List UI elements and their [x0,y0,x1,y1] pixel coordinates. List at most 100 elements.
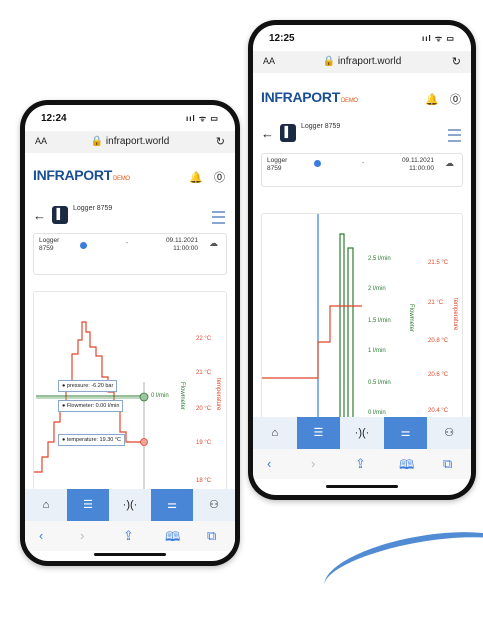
nav-home-icon[interactable]: ⌂ [25,489,67,521]
brand-logo[interactable]: INFRAPORTDEMO [261,89,358,105]
bookmarks-icon[interactable]: 🕮 [399,456,414,478]
url-host[interactable]: 🔒 infraport.world [253,56,471,67]
right-screen: 12:25 ııl ᯤ ▭ AA 🔒 infraport.world ↻ INF… [253,25,471,495]
temp-tick-5: 20.4 °C [428,408,449,414]
chart-svg: 2.5 l/min 2 l/min 1.5 l/min 1 l/min 0.5 … [262,214,458,418]
flow-tick-5: 0.5 l/min [368,380,391,386]
temp-tick-3: 20 °C [196,406,212,412]
url-host[interactable]: 🔒 infraport.world [25,136,235,147]
safari-back-icon[interactable]: ‹ [267,456,271,471]
nav-user-icon[interactable]: ⚇ [427,417,471,449]
safari-forward-icon[interactable]: › [80,528,84,543]
status-dot-icon [314,160,321,167]
left-screen: 12:24 ııl ᯤ ▭ AA 🔒 infraport.world ↻ INF… [25,105,235,561]
tooltip-flowmeter: ● Flowmeter: 0.00 l/min [58,400,124,412]
logger-badge-icon: ▌ [280,124,296,142]
signal-icon: ııl ᯤ ▭ [422,34,455,43]
help-icon[interactable]: ⓪ [214,172,225,184]
cloud-icon[interactable]: ☁ [445,158,454,169]
bottom-nav: ⌂ ☰ ·)(· ⚌ ⚇ [253,417,471,449]
safari-toolbar: ‹ › ⇪ 🕮 ⧉ [25,521,235,551]
logger-card-name: Logger 8759 [267,157,288,172]
share-icon[interactable]: ⇪ [355,456,366,472]
nav-signal-icon[interactable]: ·)(· [340,417,384,449]
temperature-line [262,305,362,379]
brand-demo: DEMO [112,176,130,182]
temp-tick-3: 20.8 °C [428,338,449,344]
hamburger-menu-icon[interactable] [448,129,461,142]
temperature-line [34,321,144,473]
header-icons: 🔔 ⓪ [417,91,461,107]
logger-badge-icon: ▌ [52,206,68,224]
flow-tick-3: 1.5 l/min [368,318,391,324]
logger-header: ← ▌ Logger 8759 [253,121,471,147]
nav-home-icon[interactable]: ⌂ [253,417,297,449]
logger-card[interactable]: Logger 8759 - 09.11.2021 11:00:00 ☁ [261,153,463,187]
flow-tick-2: 2 l/min [368,286,386,292]
home-indicator [94,553,166,556]
logger-card[interactable]: Logger 8759 - 09.11.2021 11:00:00 ☁ [33,233,227,275]
temp-tick-5: 18 °C [196,478,212,484]
brand-name: INFRAPORT [261,89,340,105]
decorative-swoosh [318,519,483,619]
logger-title: Logger 8759 [73,205,113,212]
nav-signal-icon[interactable]: ·)(· [109,489,151,521]
home-indicator [326,485,398,488]
temp-tick-1: 22 °C [196,336,212,342]
temp-axis-label: temperature [452,298,458,331]
flowmeter-line [347,247,354,418]
logger-card-date: 09.11.2021 11:00:00 [401,157,434,172]
logger-card-name: Logger 8759 [39,237,60,252]
flow-tick: 0 l/min [151,393,169,399]
hamburger-menu-icon[interactable] [212,211,225,224]
bell-icon[interactable]: 🔔 [189,172,203,184]
back-arrow-icon[interactable]: ← [33,208,46,223]
reload-icon[interactable]: ↻ [452,55,461,68]
nav-settings-icon[interactable]: ⚌ [151,489,193,521]
temp-tick-4: 19 °C [196,440,212,446]
safari-toolbar: ‹ › ⇪ 🕮 ⧉ [253,449,471,479]
temp-tick-1: 21.5 °C [428,260,449,266]
brand-demo: DEMO [340,98,358,104]
safari-back-icon[interactable]: ‹ [39,528,43,543]
bell-icon[interactable]: 🔔 [425,94,439,106]
status-time: 12:25 [269,33,295,44]
nav-list-icon[interactable]: ☰ [67,489,109,521]
back-arrow-icon[interactable]: ← [261,126,274,141]
header-icons: 🔔 ⓪ [181,169,225,185]
tabs-icon[interactable]: ⧉ [443,456,452,472]
brand-name: INFRAPORT [33,167,112,183]
status-bar: 12:25 ııl ᯤ ▭ [253,25,471,47]
brand-logo[interactable]: INFRAPORTDEMO [33,167,130,183]
tooltip-temperature: ● temperature: 19.30 °C [58,434,126,446]
chart-card: 0 l/min 22 °C 21 °C 20 °C 19 °C 18 °C Fl… [33,291,227,491]
status-bar: 12:24 ııl ᯤ ▭ [25,105,235,127]
logger-card-dash: - [126,240,129,247]
flow-marker [139,392,149,402]
right-phone: 12:25 ııl ᯤ ▭ AA 🔒 infraport.world ↻ INF… [248,20,476,500]
flow-axis-label: Flowmeter [179,382,185,410]
safari-forward-icon[interactable]: › [311,456,315,471]
help-icon[interactable]: ⓪ [450,94,461,106]
cloud-icon[interactable]: ☁ [209,238,218,249]
status-dot-icon [80,242,87,249]
bookmarks-icon[interactable]: 🕮 [165,528,180,550]
nav-user-icon[interactable]: ⚇ [193,489,235,521]
nav-list-icon[interactable]: ☰ [296,417,341,449]
url-bar[interactable]: AA 🔒 infraport.world ↻ [25,131,235,153]
flow-tick-6: 0 l/min [368,410,386,416]
nav-settings-icon[interactable]: ⚌ [383,417,428,449]
temp-tick-2: 21 °C [196,370,212,376]
tabs-icon[interactable]: ⧉ [207,528,216,544]
logger-title: Logger 8759 [301,123,341,130]
share-icon[interactable]: ⇪ [123,528,134,544]
flowmeter-line [339,233,345,418]
logger-card-date: 09.11.2021 11:00:00 [165,237,198,252]
reload-icon[interactable]: ↻ [216,135,225,148]
logger-header: ← ▌ Logger 8759 [25,203,235,229]
temp-axis-label: temperature [215,378,221,411]
bottom-nav: ⌂ ☰ ·)(· ⚌ ⚇ [25,489,235,521]
flow-axis-label: Flowmeter [408,304,414,332]
url-bar[interactable]: AA 🔒 infraport.world ↻ [253,51,471,73]
flow-tick-4: 1 l/min [368,348,386,354]
